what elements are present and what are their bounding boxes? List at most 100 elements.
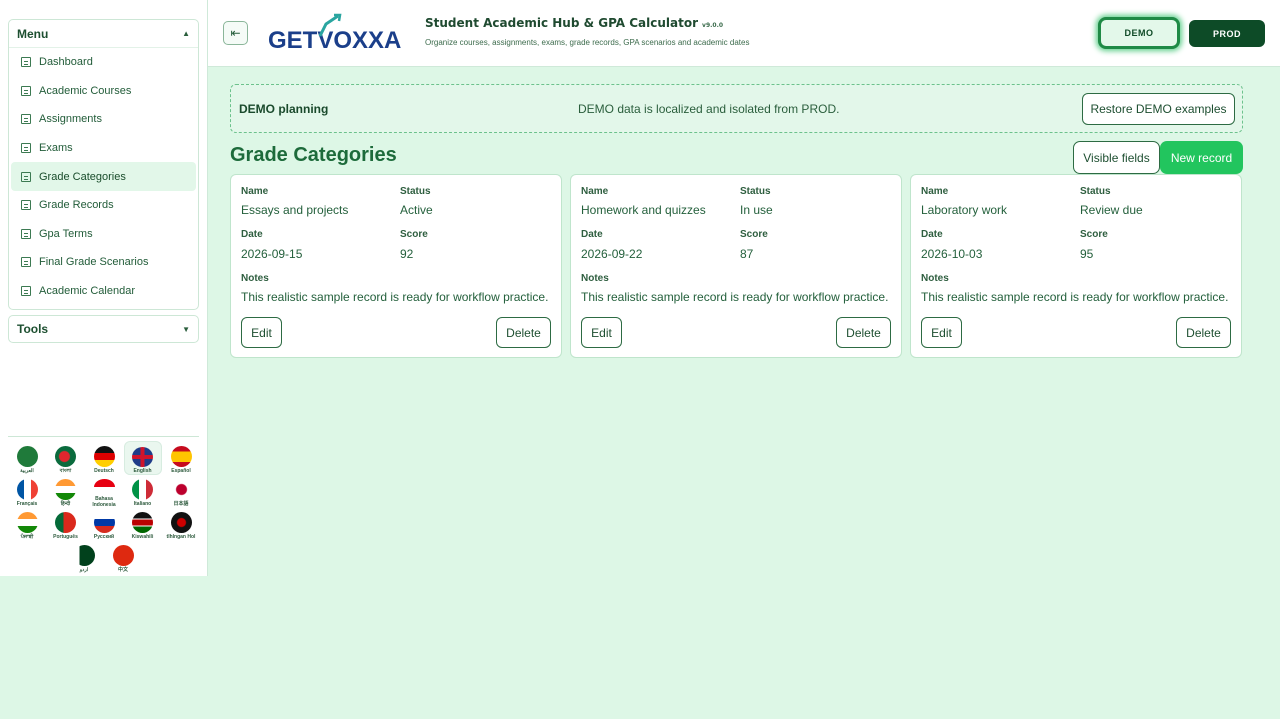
language-option[interactable]: Deutsch [85,441,123,475]
sidebar-item-label: Grade Categories [39,170,126,183]
prod-env-button[interactable]: PROD [1189,20,1265,47]
sidebar-item-assignments[interactable]: Assignments [11,105,196,134]
status-value: Review due [1080,203,1143,217]
language-option[interactable]: ਪੰਜਾਬੀ [8,507,46,541]
flag-it-icon [132,479,153,500]
status-label: Status [1080,186,1111,197]
restore-demo-button[interactable]: Restore DEMO examples [1082,93,1235,125]
language-option[interactable]: اردو [65,540,103,574]
flag-sa-icon [16,446,38,467]
language-option[interactable]: tlhIngan Hol [162,507,200,541]
score-value: 87 [740,247,754,261]
flag-es-icon [170,446,192,467]
language-option[interactable]: العربية [8,441,46,475]
sidebar-item-academic-courses[interactable]: Academic Courses [11,77,196,106]
date-label: Date [921,229,943,240]
language-option[interactable]: Português [47,507,85,541]
app-subtitle: Organize courses, assignments, exams, gr… [425,38,750,47]
name-value: Essays and projects [241,203,349,217]
language-option[interactable]: Italiano [124,474,162,508]
document-icon [21,143,31,154]
menu-header[interactable]: Menu ▲ [9,20,198,48]
flag-in-icon [16,512,38,533]
language-option[interactable]: Bahasa Indonesia [85,474,123,508]
notes-value: This realistic sample record is ready fo… [921,290,1229,304]
flag-kl-icon [170,512,192,533]
sidebar-item-grade-categories[interactable]: Grade Categories [11,162,196,191]
flag-pk-icon [73,545,95,566]
delete-button[interactable]: Delete [1176,317,1231,348]
language-option[interactable]: 中文 [104,540,142,574]
notes-label: Notes [581,273,609,284]
language-option[interactable]: हिन्दी [47,474,85,508]
date-value: 2026-09-15 [241,247,303,261]
document-icon [21,114,31,125]
edit-button[interactable]: Edit [241,317,282,348]
sidebar-item-dashboard[interactable]: Dashboard [11,48,196,77]
language-option[interactable]: Русский [85,507,123,541]
demo-env-button[interactable]: DEMO [1098,17,1180,49]
flag-jp-icon [170,479,192,500]
page-title: Grade Categories [230,144,397,166]
language-label: ਪੰਜਾਬੀ [20,534,34,540]
visible-fields-button[interactable]: Visible fields [1073,141,1160,174]
name-label: Name [921,186,949,197]
flag-ru-icon [93,512,115,533]
edit-button[interactable]: Edit [921,317,962,348]
sidebar-item-label: Academic Calendar [39,285,135,298]
delete-button[interactable]: Delete [496,317,551,348]
score-label: Score [400,229,428,240]
delete-button[interactable]: Delete [836,317,891,348]
sidebar-item-label: Final Grade Scenarios [39,256,149,269]
sidebar-item-label: Grade Records [39,199,114,212]
language-option[interactable]: English [123,441,162,475]
sidebar-item-grade-records[interactable]: Grade Records [11,191,196,220]
date-value: 2026-10-03 [921,247,983,261]
sidebar-collapse-icon: ⇤ [230,26,241,40]
new-record-button[interactable]: New record [1160,141,1243,174]
date-value: 2026-09-22 [581,247,643,261]
sidebar-collapse-button[interactable]: ⇤ [223,21,248,45]
document-icon [21,286,31,297]
language-option[interactable]: Kiswahili [124,507,162,541]
tools-header[interactable]: Tools ▼ [8,315,199,343]
sidebar-item-label: Assignments [39,113,102,126]
flag-in-icon [55,479,76,500]
banner-title: DEMO planning [239,102,329,116]
language-option[interactable]: বাংলা [47,441,85,475]
app-title: Student Academic Hub & GPA Calculator v9.… [425,16,723,30]
language-label: اردو [79,567,89,573]
notes-value: This realistic sample record is ready fo… [241,290,549,304]
flag-bd-icon [55,446,76,467]
document-icon [21,57,31,68]
sidebar-item-academic-calendar[interactable]: Academic Calendar [11,277,196,306]
menu-panel: Menu ▲ Dashboard Academic Courses Assignme… [8,19,199,310]
language-option[interactable]: Español [162,441,200,475]
app-version: v9.0.0 [702,22,724,29]
status-label: Status [740,186,771,197]
score-value: 92 [400,247,414,261]
getvoxxa-logo: GETVOXXA [268,13,401,54]
notes-label: Notes [921,273,949,284]
chevron-up-icon: ▲ [182,29,190,38]
status-label: Status [400,186,431,197]
demo-banner: DEMO planning DEMO data is localized and… [230,84,1243,133]
record-card: Name Essays and projects Status Active Date 2… [230,174,562,358]
document-icon [21,85,31,96]
language-option[interactable]: 日本語 [162,474,200,508]
language-picker: العربية বাংলা Deutsch English Español Françai… [8,436,199,574]
edit-button[interactable]: Edit [581,317,622,348]
sidebar-item-exams[interactable]: Exams [11,134,196,163]
status-value: Active [400,203,433,217]
flag-de-icon [93,446,115,467]
sidebar-item-gpa-terms[interactable]: Gpa Terms [11,220,196,249]
chevron-down-icon: ▼ [182,324,190,334]
name-value: Homework and quizzes [581,203,706,217]
flag-cn-icon [112,545,134,566]
sidebar-item-label: Gpa Terms [39,227,93,240]
language-option[interactable]: Français [8,474,46,508]
sidebar-item-label: Exams [39,142,73,155]
date-label: Date [581,229,603,240]
record-card: Name Homework and quizzes Status In use Date… [570,174,902,358]
sidebar-item-final-grade-scenarios[interactable]: Final Grade Scenarios [11,248,196,277]
